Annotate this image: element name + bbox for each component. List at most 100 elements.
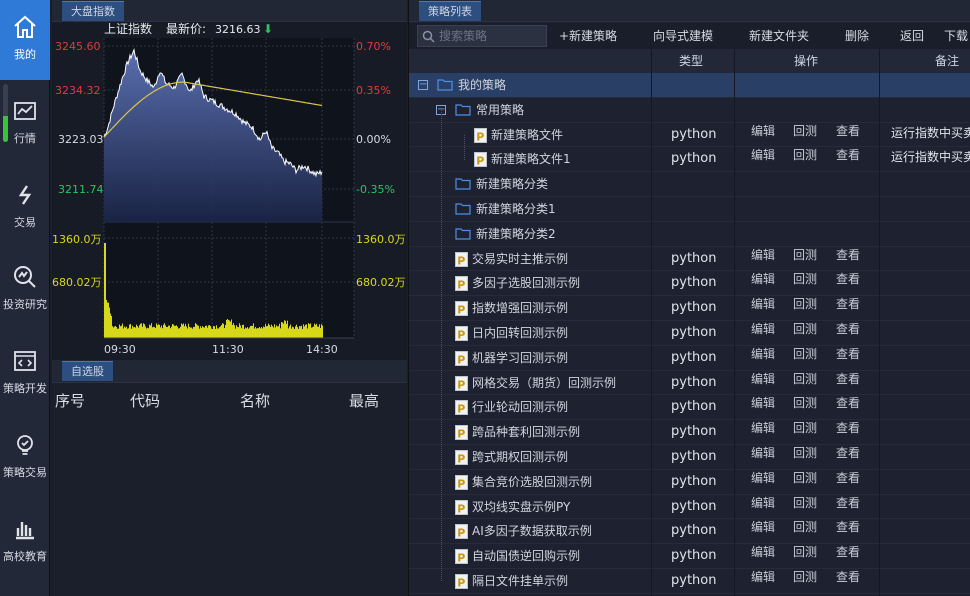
nav-label: 策略交易 (3, 466, 47, 479)
strategy-folder-row[interactable]: − 我的策略 (409, 73, 970, 98)
edit-link[interactable]: 编辑 (751, 515, 775, 539)
strategy-file-row[interactable]: P 指数增强回测示例 python 编辑 回测 查看 (409, 296, 970, 321)
edit-link[interactable]: 编辑 (751, 441, 775, 465)
view-link[interactable]: 查看 (836, 491, 860, 515)
backtest-link[interactable]: 回测 (793, 416, 817, 440)
strategy-file-row[interactable]: P 跨品种套利回测示例 python 编辑 回测 查看 (409, 420, 970, 445)
backtest-link[interactable]: 回测 (793, 391, 817, 415)
view-link[interactable]: 查看 (836, 292, 860, 316)
strategy-file-row[interactable]: P 日内回转回测示例 python 编辑 回测 查看 (409, 321, 970, 346)
nav-item-market[interactable]: 行情 (0, 84, 50, 164)
strategy-file-row[interactable]: P 机器学习回测示例 python 编辑 回测 查看 (409, 346, 970, 371)
left-nav: 我的 行情 交易 投资研究 策略开发 策略交易 高校教育 (0, 0, 50, 596)
edit-link[interactable]: 编辑 (751, 317, 775, 341)
backtest-link[interactable]: 回测 (793, 317, 817, 341)
edit-link[interactable]: 编辑 (751, 267, 775, 291)
new-strategy-button[interactable]: +新建策略 (559, 23, 617, 49)
backtest-link[interactable]: 回测 (793, 565, 817, 589)
edit-link[interactable]: 编辑 (751, 342, 775, 366)
backtest-link[interactable]: 回测 (793, 267, 817, 291)
download-button[interactable]: 下载 (944, 23, 968, 49)
col-type[interactable]: 类型 (679, 49, 703, 73)
backtest-link[interactable]: 回测 (793, 491, 817, 515)
strategy-file-row[interactable]: P 自动国债逆回购示例 python 编辑 回测 查看 (409, 544, 970, 569)
view-link[interactable]: 查看 (836, 267, 860, 291)
edit-link[interactable]: 编辑 (751, 416, 775, 440)
view-link[interactable]: 查看 (836, 416, 860, 440)
strategy-file-row[interactable]: P 行业轮动回测示例 python 编辑 回测 查看 (409, 395, 970, 421)
backtest-link[interactable]: 回测 (793, 243, 817, 267)
view-link[interactable]: 查看 (836, 515, 860, 539)
wizard-model-button[interactable]: 向导式建模 (653, 23, 713, 49)
strategy-file-row[interactable]: P AI多因子数据获取示例 python 编辑 回测 查看 (409, 519, 970, 545)
view-link[interactable]: 查看 (836, 391, 860, 415)
python-file-icon: P (474, 152, 487, 170)
backtest-link[interactable]: 回测 (793, 515, 817, 539)
view-link[interactable]: 查看 (836, 143, 860, 167)
strategy-folder-row[interactable]: 新建策略分类2 (409, 222, 970, 247)
col-code[interactable]: 代码 (130, 390, 160, 411)
nav-item-trade[interactable]: 交易 (0, 168, 50, 248)
nav-item-research[interactable]: 投资研究 (0, 250, 50, 330)
backtest-link[interactable]: 回测 (793, 441, 817, 465)
nav-item-strategy-dev[interactable]: 策略开发 (0, 334, 50, 414)
edit-link[interactable]: 编辑 (751, 292, 775, 316)
view-link[interactable]: 查看 (836, 243, 860, 267)
backtest-link[interactable]: 回测 (793, 367, 817, 391)
new-folder-button[interactable]: 新建文件夹 (749, 23, 809, 49)
volume-bar (294, 328, 295, 338)
nav-item-education[interactable]: 高校教育 (0, 502, 50, 582)
tab-strategy-list[interactable]: 策略列表 (419, 1, 481, 21)
strategy-file-row[interactable]: P 双均线实盘示例PY python 编辑 回测 查看 (409, 495, 970, 520)
view-link[interactable]: 查看 (836, 342, 860, 366)
strategy-folder-row[interactable]: 新建策略分类 (409, 172, 970, 197)
strategy-folder-row[interactable]: − 常用策略 (409, 98, 970, 123)
edit-link[interactable]: 编辑 (751, 565, 775, 589)
nav-item-strategy-trade[interactable]: 策略交易 (0, 418, 50, 498)
back-button[interactable]: 返回 (900, 23, 924, 49)
volume-bar (114, 326, 115, 338)
edit-link[interactable]: 编辑 (751, 466, 775, 490)
backtest-link[interactable]: 回测 (793, 119, 817, 143)
col-high[interactable]: 最高 (349, 390, 379, 411)
backtest-link[interactable]: 回测 (793, 540, 817, 564)
edit-link[interactable]: 编辑 (751, 243, 775, 267)
view-link[interactable]: 查看 (836, 565, 860, 589)
strategy-folder-row[interactable]: 新建策略分类1 (409, 197, 970, 222)
col-ops[interactable]: 操作 (794, 49, 818, 73)
col-note[interactable]: 备注 (935, 49, 959, 73)
strategy-file-row[interactable]: P 多因子选股回测示例 python 编辑 回测 查看 (409, 271, 970, 297)
delete-button[interactable]: 删除 (845, 23, 869, 49)
view-link[interactable]: 查看 (836, 119, 860, 143)
strategy-type: python (671, 374, 717, 390)
strategy-file-row[interactable]: P 新建策略文件 python 编辑 回测 查看 运行指数中买卖 (409, 123, 970, 148)
strategy-file-row[interactable]: P 新建策略文件1 python 编辑 回测 查看 运行指数中买卖 (409, 147, 970, 173)
strategy-file-row[interactable]: P 网格交易（期货）回测示例 python 编辑 回测 查看 (409, 371, 970, 396)
backtest-link[interactable]: 回测 (793, 466, 817, 490)
strategy-file-row[interactable]: P 隔日文件挂单示例 python 编辑 回测 查看 (409, 569, 970, 594)
edit-link[interactable]: 编辑 (751, 367, 775, 391)
view-link[interactable]: 查看 (836, 540, 860, 564)
strategy-file-row[interactable]: P 交易实时主推示例 python 编辑 回测 查看 (409, 247, 970, 272)
backtest-link[interactable]: 回测 (793, 292, 817, 316)
tab-market-index[interactable]: 大盘指数 (62, 1, 124, 21)
backtest-link[interactable]: 回测 (793, 342, 817, 366)
strategy-file-row[interactable]: P 集合竞价选股回测示例 python 编辑 回测 查看 (409, 470, 970, 495)
backtest-link[interactable]: 回测 (793, 143, 817, 167)
view-link[interactable]: 查看 (836, 441, 860, 465)
col-index[interactable]: 序号 (55, 390, 85, 411)
view-link[interactable]: 查看 (836, 367, 860, 391)
edit-link[interactable]: 编辑 (751, 540, 775, 564)
col-name[interactable]: 名称 (240, 390, 270, 411)
edit-link[interactable]: 编辑 (751, 391, 775, 415)
view-link[interactable]: 查看 (836, 466, 860, 490)
nav-item-mine[interactable]: 我的 (0, 0, 50, 80)
edit-link[interactable]: 编辑 (751, 491, 775, 515)
view-link[interactable]: 查看 (836, 317, 860, 341)
search-input[interactable] (439, 29, 539, 43)
strategy-file-row[interactable]: P 跨式期权回测示例 python 编辑 回测 查看 (409, 445, 970, 470)
collapse-toggle-icon[interactable]: − (418, 80, 428, 90)
edit-link[interactable]: 编辑 (751, 119, 775, 143)
edit-link[interactable]: 编辑 (751, 143, 775, 167)
tab-watchlist[interactable]: 自选股 (62, 361, 113, 381)
